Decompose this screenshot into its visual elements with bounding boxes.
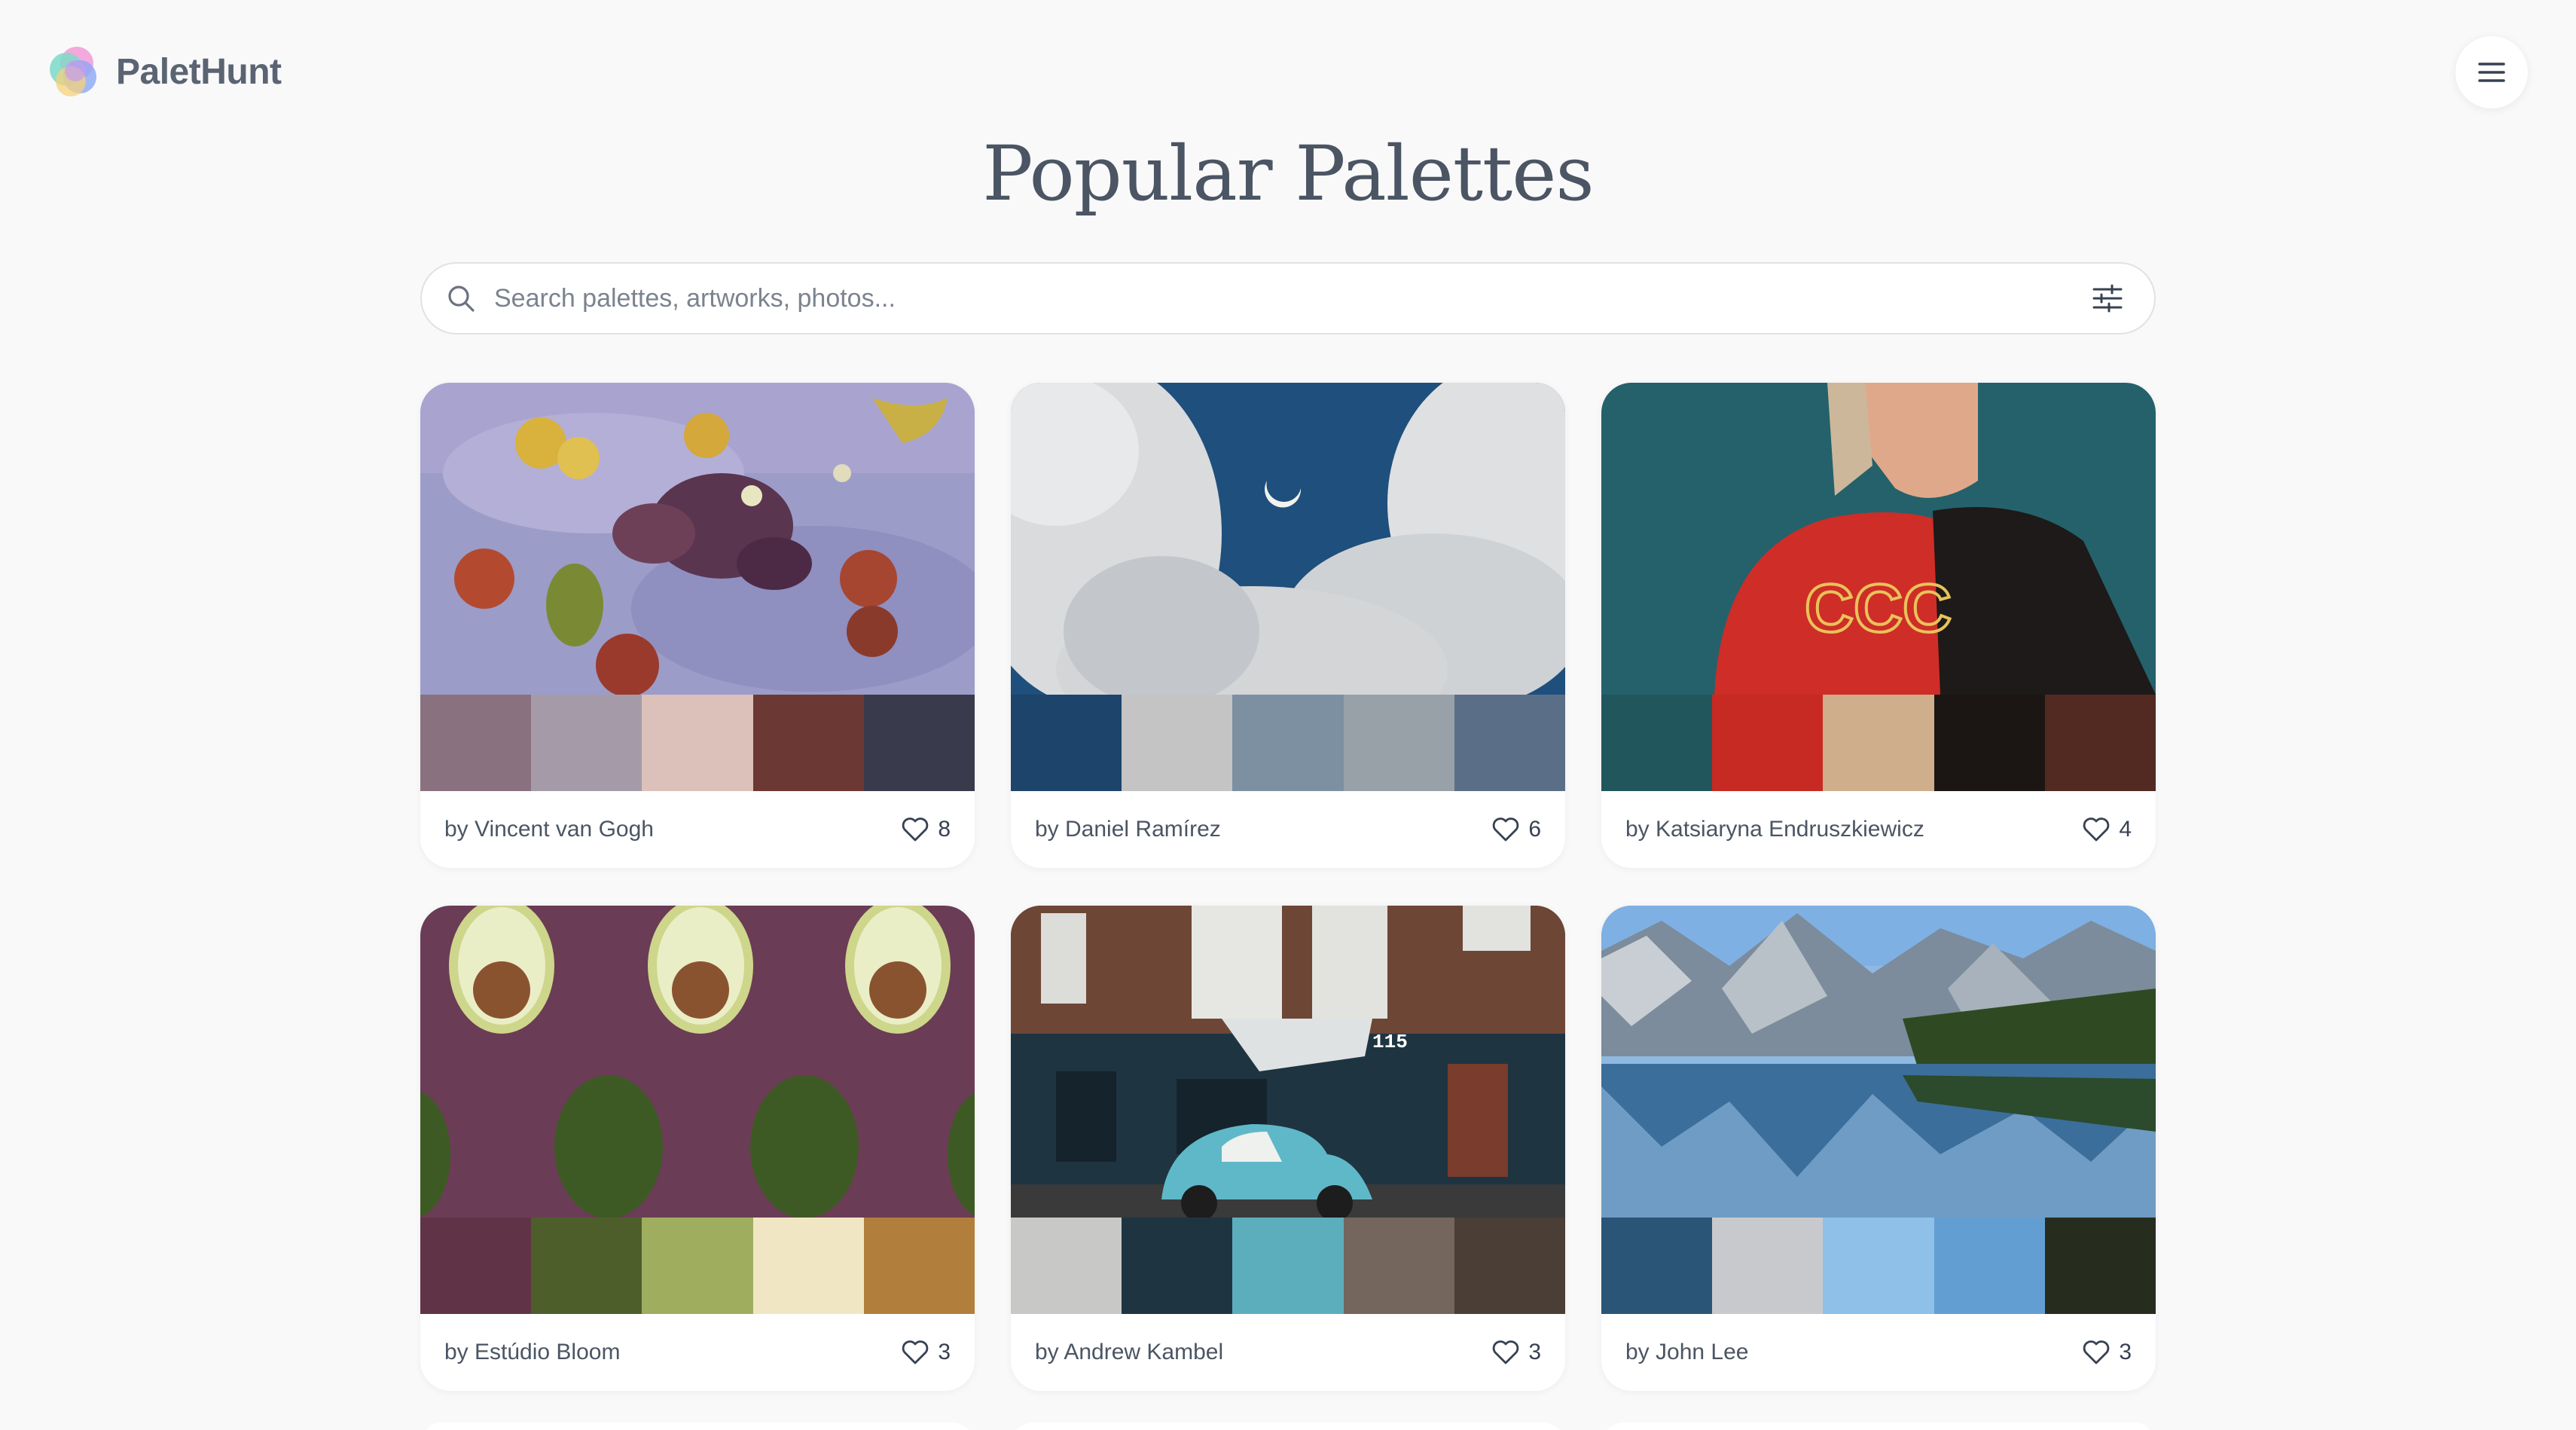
like-count: 3 [1528, 1340, 1541, 1364]
palette-artwork-image[interactable] [1011, 383, 1565, 695]
like-count: 3 [938, 1340, 951, 1364]
search-input[interactable] [494, 283, 2091, 313]
search-bar [420, 262, 2156, 335]
color-swatch[interactable] [420, 695, 532, 791]
card-footer: by Daniel Ramírez 6 [1011, 791, 1565, 868]
author-name[interactable]: by Katsiaryna Endruszkiewicz [1625, 817, 1924, 842]
color-swatch[interactable] [1343, 1218, 1454, 1314]
color-swatches [1601, 695, 2156, 791]
like-button[interactable]: 6 [1491, 814, 1541, 845]
color-swatch[interactable] [1011, 695, 1122, 791]
palette-artwork-image[interactable] [420, 906, 975, 1218]
palette-logo-icon [50, 47, 96, 96]
palette-card-partial[interactable] [420, 1422, 975, 1430]
color-swatches [420, 695, 975, 791]
heart-icon [2083, 817, 2110, 842]
heart-icon [1493, 1340, 1519, 1364]
color-swatch[interactable] [531, 1218, 642, 1314]
color-swatches [1011, 695, 1565, 791]
color-swatch[interactable] [1232, 695, 1344, 791]
palette-card-partial[interactable] [1011, 1422, 1565, 1430]
palette-artwork-image[interactable]: 115 [1011, 906, 1565, 1218]
palette-card[interactable]: 115 by Andrew Kambel 3 [1011, 906, 1565, 1391]
card-footer: by Andrew Kambel 3 [1011, 1314, 1565, 1391]
palette-card[interactable]: CCC by Katsiaryna Endruszkiewicz 4 [1601, 383, 2156, 868]
like-count: 8 [938, 817, 951, 842]
svg-text:115: 115 [1372, 1031, 1408, 1053]
color-swatch[interactable] [531, 695, 642, 791]
color-swatch[interactable] [1823, 695, 1934, 791]
card-footer: by Katsiaryna Endruszkiewicz 4 [1601, 791, 2156, 868]
card-footer: by Vincent van Gogh 8 [420, 791, 975, 868]
color-swatch[interactable] [2044, 695, 2156, 791]
card-footer: by John Lee 3 [1601, 1314, 2156, 1391]
color-swatch[interactable] [1934, 1218, 2045, 1314]
color-swatch[interactable] [1823, 1218, 1934, 1314]
palette-artwork-image[interactable] [1601, 906, 2156, 1218]
like-button[interactable]: 3 [2081, 1337, 2132, 1367]
color-swatch[interactable] [1343, 695, 1454, 791]
like-count: 4 [2119, 817, 2132, 842]
color-swatch[interactable] [863, 695, 975, 791]
color-swatch[interactable] [1011, 1218, 1122, 1314]
color-swatch[interactable] [1601, 1218, 1713, 1314]
svg-text:CCC: CCC [1805, 571, 1952, 646]
color-swatch[interactable] [1122, 1218, 1233, 1314]
color-swatch[interactable] [752, 695, 864, 791]
color-swatch[interactable] [420, 1218, 532, 1314]
color-swatch[interactable] [1454, 1218, 1565, 1314]
author-name[interactable]: by Andrew Kambel [1035, 1340, 1223, 1365]
color-swatch[interactable] [863, 1218, 975, 1314]
palette-artwork-image[interactable]: CCC [1601, 383, 2156, 695]
heart-icon [902, 1340, 929, 1364]
brand-name: PaletHunt [116, 51, 282, 92]
color-swatches [1011, 1218, 1565, 1314]
color-swatch[interactable] [1454, 695, 1565, 791]
brand-logo[interactable]: PaletHunt [47, 44, 282, 99]
card-footer: by Estúdio Bloom 3 [420, 1314, 975, 1391]
like-button[interactable]: 3 [1491, 1337, 1541, 1367]
menu-button[interactable] [2455, 36, 2528, 108]
color-swatch[interactable] [642, 1218, 753, 1314]
color-swatch[interactable] [752, 1218, 864, 1314]
color-swatches [1601, 1218, 2156, 1314]
heart-icon [1493, 817, 1519, 842]
palette-artwork-image[interactable] [420, 383, 975, 695]
like-button[interactable]: 4 [2081, 814, 2132, 845]
color-swatch[interactable] [1934, 695, 2045, 791]
like-count: 6 [1528, 817, 1541, 842]
page-title: Popular Palettes [982, 130, 1595, 218]
heart-icon [2083, 1340, 2110, 1364]
color-swatch[interactable] [642, 695, 753, 791]
filter-sliders-icon[interactable] [2091, 282, 2124, 315]
author-name[interactable]: by Vincent van Gogh [444, 817, 654, 842]
palette-card[interactable]: by Daniel Ramírez 6 [1011, 383, 1565, 868]
color-swatch[interactable] [1122, 695, 1233, 791]
palette-card[interactable]: by Vincent van Gogh 8 [420, 383, 975, 868]
search-icon [448, 286, 475, 312]
author-name[interactable]: by Estúdio Bloom [444, 1340, 620, 1365]
author-name[interactable]: by John Lee [1625, 1340, 1748, 1365]
color-swatch[interactable] [1232, 1218, 1344, 1314]
color-swatch[interactable] [1712, 695, 1824, 791]
author-name[interactable]: by Daniel Ramírez [1035, 817, 1221, 842]
heart-icon [902, 817, 929, 842]
like-button[interactable]: 8 [900, 814, 951, 845]
palette-card[interactable]: by John Lee 3 [1601, 906, 2156, 1391]
hamburger-menu-icon [2478, 63, 2505, 82]
color-swatch[interactable] [1601, 695, 1713, 791]
like-count: 3 [2119, 1340, 2132, 1364]
palette-card-partial[interactable] [1601, 1422, 2156, 1430]
color-swatch[interactable] [1712, 1218, 1824, 1314]
palette-card[interactable]: by Estúdio Bloom 3 [420, 906, 975, 1391]
color-swatches [420, 1218, 975, 1314]
like-button[interactable]: 3 [900, 1337, 951, 1367]
color-swatch[interactable] [2044, 1218, 2156, 1314]
